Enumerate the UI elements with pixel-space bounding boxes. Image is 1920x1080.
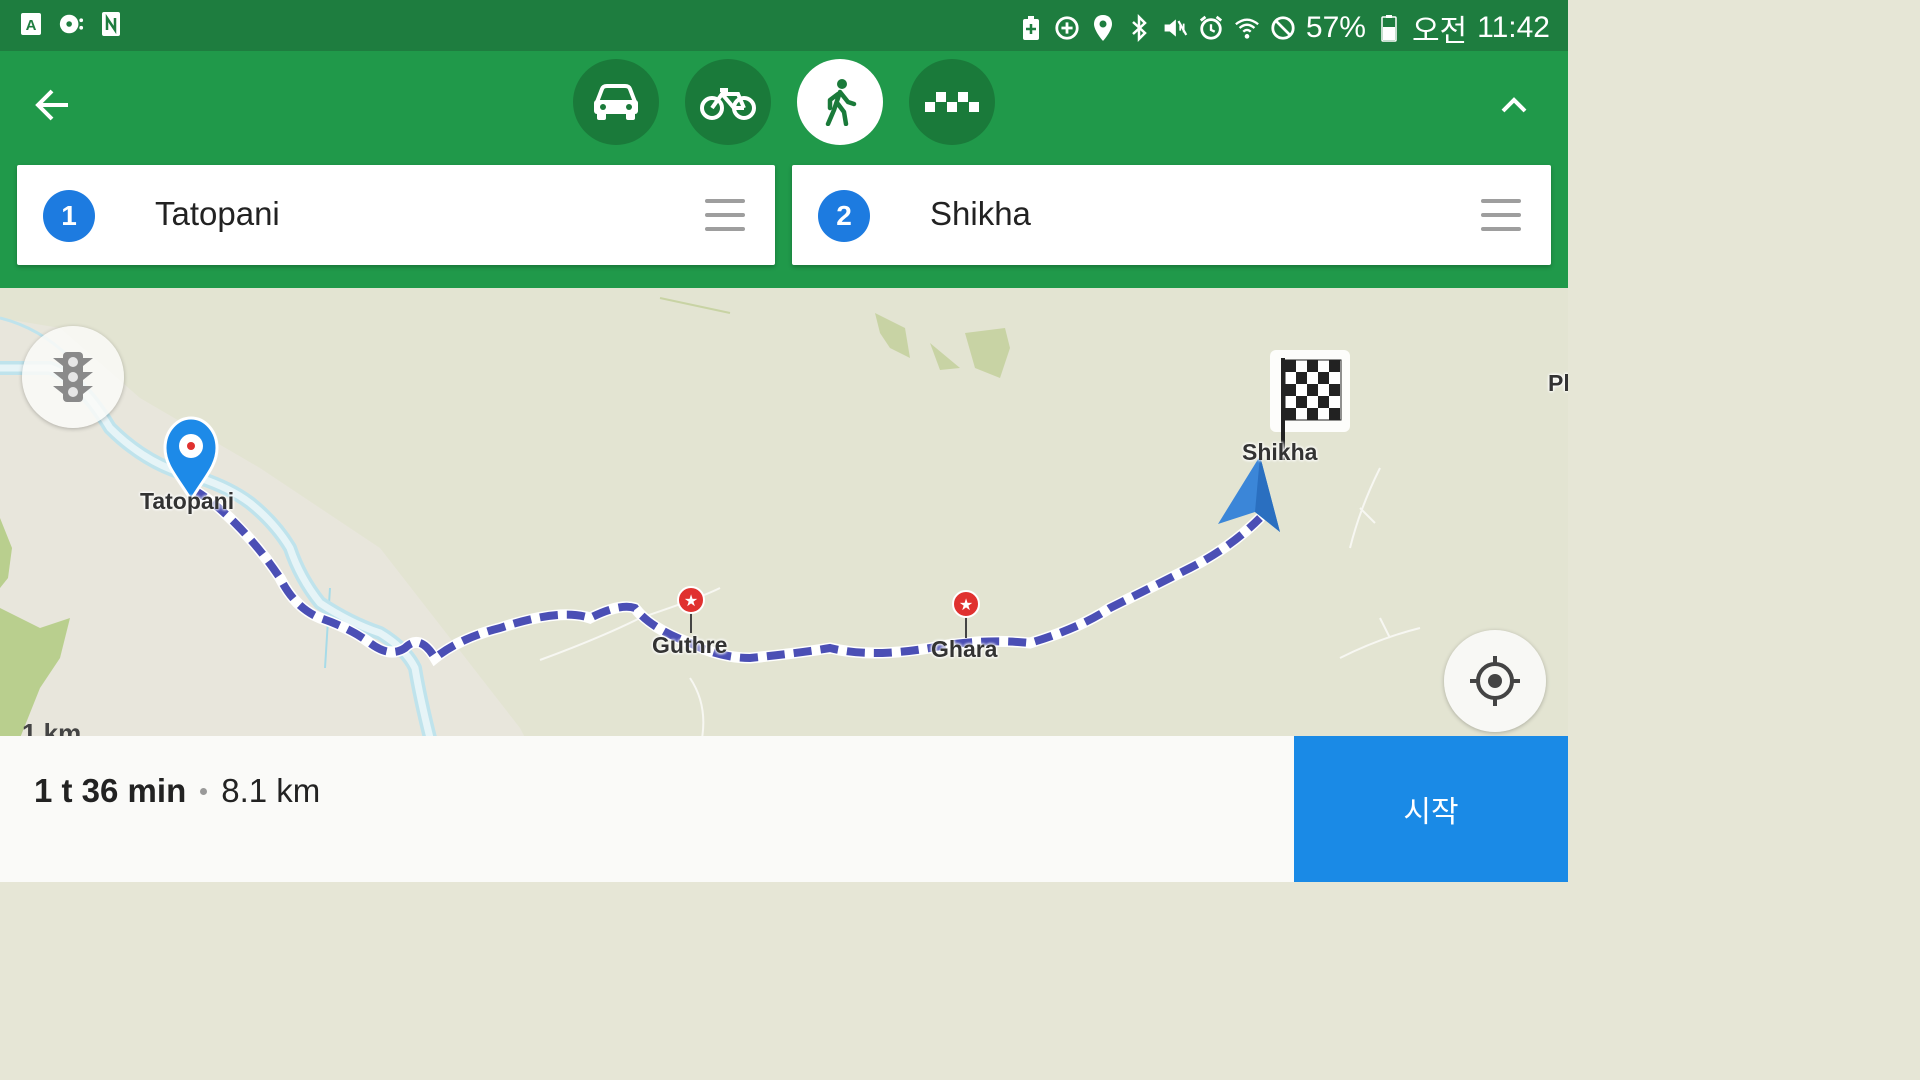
mute-icon — [1162, 14, 1188, 42]
navigation-arrow-icon — [1218, 456, 1280, 532]
stop-field-start[interactable]: 1 Tatopani — [17, 165, 775, 265]
route-distance: 8.1 km — [221, 772, 321, 809]
chevron-up-icon — [1501, 97, 1527, 113]
stop-number-badge: 2 — [818, 190, 870, 242]
svg-text:A: A — [26, 17, 37, 34]
bicycle-icon — [700, 88, 756, 120]
wifi-icon — [1234, 14, 1260, 42]
stop-name: Tatopani — [155, 195, 280, 232]
stop-field-destination[interactable]: 2 Shikha — [792, 165, 1551, 265]
n-icon — [98, 10, 124, 38]
back-button[interactable] — [28, 81, 76, 129]
map-label-edge: Pl — [1548, 370, 1568, 396]
traffic-light-icon — [53, 352, 93, 402]
stop-number-badge: 1 — [43, 190, 95, 242]
stop-name: Shikha — [930, 195, 1031, 232]
media-icon — [58, 10, 84, 38]
map-label-shikha: Shikha — [1242, 439, 1318, 465]
battery-saver-icon — [1018, 14, 1044, 42]
mode-bicycle-button[interactable] — [685, 59, 771, 145]
collapse-button[interactable] — [1490, 81, 1538, 129]
map-label-tatopani: Tatopani — [140, 488, 235, 514]
arrow-back-icon — [35, 89, 68, 121]
status-bar: A 57% 오전 11:42 — [0, 0, 1568, 51]
drag-handle-icon[interactable] — [705, 199, 745, 231]
drag-handle-icon[interactable] — [1481, 199, 1521, 231]
start-navigation-button[interactable]: 시작 — [1294, 736, 1568, 882]
my-location-button[interactable] — [1444, 630, 1546, 732]
directions-toolbar: 1 Tatopani 2 Shikha — [0, 51, 1568, 288]
traffic-toggle-button[interactable] — [22, 326, 124, 428]
crosshair-icon — [1470, 656, 1520, 706]
location-icon — [1090, 14, 1116, 42]
data-saver-icon — [1054, 14, 1080, 42]
car-icon — [594, 84, 638, 120]
mode-car-button[interactable] — [573, 59, 659, 145]
status-ampm: 오전 — [1411, 15, 1468, 48]
alarm-icon — [1198, 14, 1224, 42]
battery-icon — [1376, 14, 1402, 42]
route-summary-panel[interactable]: 1 t 36 min 8.1 km — [0, 736, 1294, 882]
a-icon: A — [18, 10, 44, 38]
map-label-guthre: Guthre — [652, 632, 728, 658]
map-label-ghara: Ghara — [931, 636, 998, 662]
mode-walk-button[interactable] — [797, 59, 883, 145]
svg-text:★: ★ — [684, 591, 698, 610]
dnd-icon — [1270, 14, 1296, 42]
separator-dot — [200, 787, 208, 795]
svg-text:★: ★ — [959, 595, 973, 614]
walk-icon — [825, 79, 857, 126]
status-time: 11:42 — [1477, 11, 1550, 44]
battery-percent: 57% — [1305, 11, 1366, 44]
mode-taxi-button[interactable] — [909, 59, 995, 145]
taxi-icon — [925, 92, 979, 112]
bluetooth-icon — [1126, 14, 1152, 42]
route-duration: 1 t 36 min — [34, 772, 187, 809]
